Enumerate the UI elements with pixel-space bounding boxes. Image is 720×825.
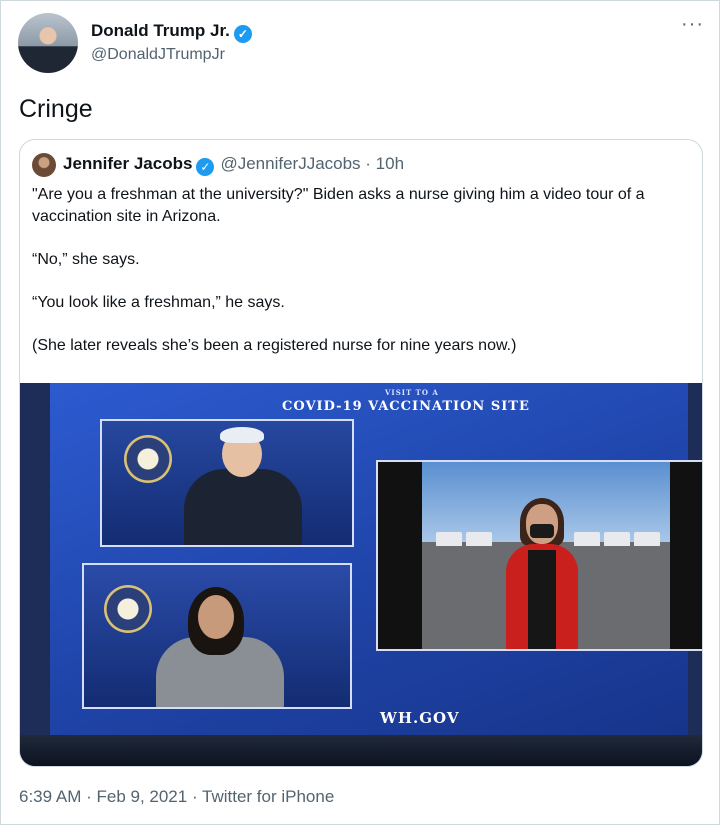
- quoted-paragraph: “You look like a freshman,” he says.: [32, 294, 285, 311]
- panel-border: [670, 462, 702, 649]
- quoted-handle-time: @JenniferJJacobs · 10h: [220, 154, 405, 173]
- video-panel-harris: [82, 563, 352, 709]
- screen-bezel: [20, 735, 702, 766]
- tweet-text: Cringe: [19, 95, 93, 123]
- person-head: [198, 595, 234, 639]
- image-title: COVID-19 VACCINATION SITE: [282, 399, 530, 414]
- quoted-paragraph: "Are you a freshman at the university?" …: [32, 186, 645, 225]
- person-figure: [184, 469, 302, 545]
- vice-presidential-seal-icon: [104, 585, 152, 633]
- tent: [466, 532, 492, 546]
- video-panel-biden: [100, 419, 354, 547]
- quoted-header: Jennifer Jacobs ✓ @JenniferJJacobs · 10h: [63, 154, 404, 176]
- quoted-paragraph: (She later reveals she’s been a register…: [32, 337, 517, 354]
- video-panel-nurse: [376, 460, 702, 651]
- quoted-author-avatar: [32, 153, 56, 177]
- person-hair: [220, 427, 264, 443]
- tent: [604, 532, 630, 546]
- author-name-text: Donald Trump Jr.: [91, 21, 230, 40]
- screen-display: VISIT TO A COVID-19 VACCINATION SITE WH.…: [50, 383, 702, 741]
- verified-badge-icon: ✓: [233, 25, 252, 43]
- image-footer: WH.GOV: [380, 709, 460, 727]
- tent: [634, 532, 660, 546]
- quoted-photo[interactable]: VISIT TO A COVID-19 VACCINATION SITE WH.…: [20, 383, 702, 766]
- author-handle[interactable]: @DonaldJTrumpJr: [91, 46, 225, 64]
- verified-badge-icon: ✓: [196, 158, 215, 176]
- image-small-heading: VISIT TO A: [385, 388, 439, 397]
- tent: [574, 532, 600, 546]
- person-shirt: [528, 550, 556, 649]
- author-avatar[interactable]: [18, 13, 78, 73]
- face-mask: [530, 524, 554, 538]
- author-name[interactable]: Donald Trump Jr. ✓: [91, 21, 252, 43]
- panel-border: [378, 462, 422, 649]
- quoted-author-name: Jennifer Jacobs: [63, 154, 193, 173]
- quoted-tweet[interactable]: Jennifer Jacobs ✓ @JenniferJJacobs · 10h "…: [19, 139, 703, 767]
- quoted-text: "Are you a freshman at the university?" …: [32, 184, 692, 378]
- quoted-paragraph: “No,” she says.: [32, 251, 140, 268]
- presidential-seal-icon: [124, 435, 172, 483]
- more-icon[interactable]: ···: [681, 14, 704, 34]
- tweet-timestamp[interactable]: 6:39 AM · Feb 9, 2021 · Twitter for iPho…: [19, 787, 334, 807]
- tweet-card: Donald Trump Jr. ✓ @DonaldJTrumpJr ··· Cr…: [0, 0, 720, 825]
- tent: [436, 532, 462, 546]
